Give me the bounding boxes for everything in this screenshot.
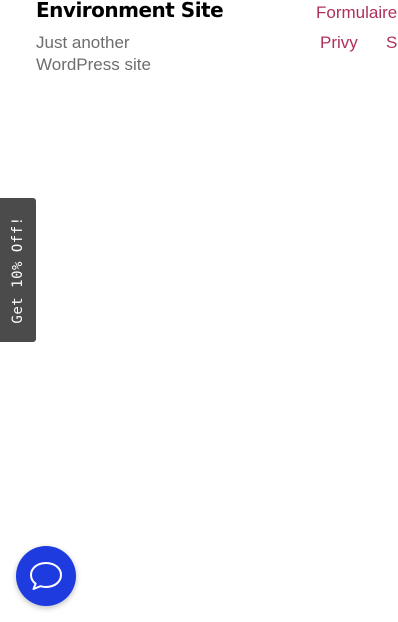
discount-promo-label: Get 10% Off! <box>10 216 26 324</box>
nav-link-s[interactable]: S <box>386 31 397 55</box>
chat-bubble-icon <box>30 562 62 590</box>
nav-link-formulaire[interactable]: Formulaire <box>316 1 397 25</box>
primary-navigation: Formulaire Privy S <box>300 0 398 60</box>
discount-promo-tab[interactable]: Get 10% Off! <box>0 198 36 342</box>
site-title[interactable]: Environment Site <box>36 0 224 26</box>
site-tagline: Just another WordPress site <box>36 33 151 74</box>
nav-link-privy[interactable]: Privy <box>320 31 358 55</box>
chat-launcher-button[interactable] <box>16 546 76 606</box>
